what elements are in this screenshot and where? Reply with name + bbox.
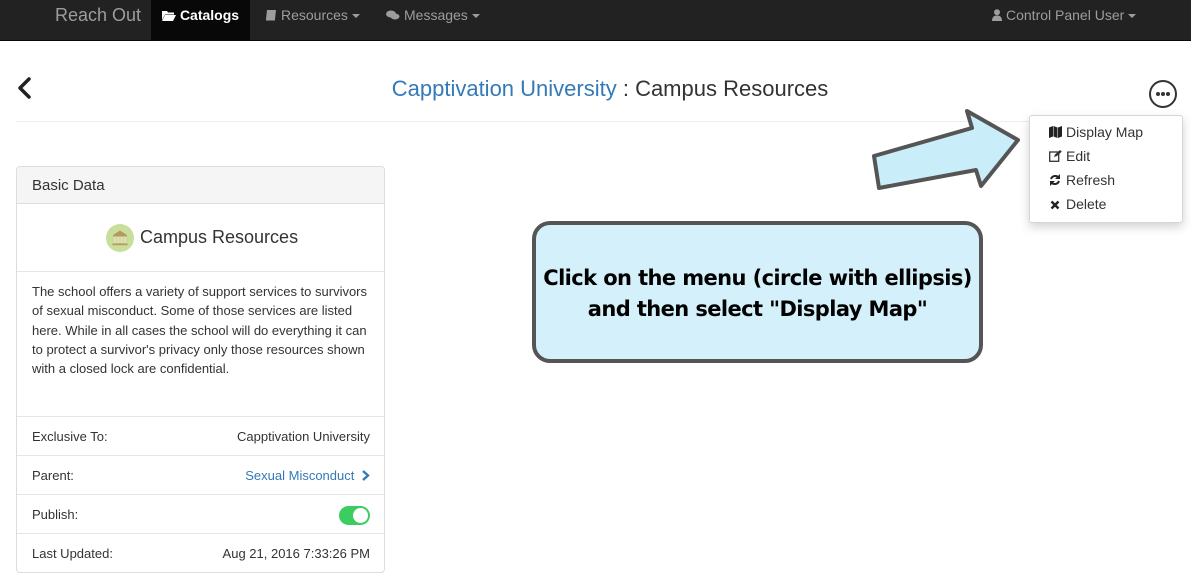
detail-label: Last Updated: bbox=[32, 546, 113, 561]
refresh-icon bbox=[1048, 172, 1062, 192]
instruction-callout: Click on the menu (circle with ellipsis)… bbox=[532, 221, 983, 363]
menu-item-label: Delete bbox=[1066, 196, 1107, 212]
detail-value: Aug 21, 2016 7:33:26 PM bbox=[222, 546, 370, 561]
page-title-text: Campus Resources bbox=[635, 76, 829, 101]
nav-resources[interactable]: Resources bbox=[265, 0, 360, 31]
book-icon bbox=[265, 1, 277, 32]
detail-label: Exclusive To: bbox=[32, 429, 108, 444]
panel-heading: Basic Data bbox=[17, 167, 384, 204]
panel-subtitle: Campus Resources bbox=[17, 205, 384, 272]
menu-item-label: Edit bbox=[1066, 148, 1091, 164]
university-icon bbox=[106, 224, 134, 252]
nav-catalogs[interactable]: Catalogs bbox=[151, 0, 250, 40]
nav-messages-label: Messages bbox=[404, 7, 468, 23]
chevron-down-icon bbox=[471, 14, 480, 19]
basic-data-panel: Basic Data Campus Resources The school o… bbox=[16, 166, 385, 573]
page-title: Capptivation University : Campus Resourc… bbox=[0, 76, 1191, 102]
nav-messages[interactable]: Messages bbox=[386, 0, 480, 31]
chevron-down-icon bbox=[351, 14, 360, 19]
detail-row-exclusive-to: Exclusive To: Capptivation University bbox=[17, 416, 384, 456]
panel-description: The school offers a variety of support s… bbox=[32, 284, 368, 377]
panel-subtitle-text: Campus Resources bbox=[140, 227, 299, 247]
detail-row-parent: Parent: Sexual Misconduct bbox=[17, 455, 384, 495]
callout-line-2: and then select "Display Map" bbox=[587, 297, 928, 321]
toggle-knob bbox=[353, 508, 368, 523]
nav-user-menu[interactable]: Control Panel User bbox=[992, 0, 1137, 32]
menu-item-delete[interactable]: Delete bbox=[1048, 194, 1106, 214]
ellipsis-menu-button[interactable] bbox=[1149, 80, 1177, 108]
top-navbar: Reach Out Catalogs Resources Messages Co… bbox=[0, 0, 1191, 41]
menu-item-display-map[interactable]: Display Map bbox=[1048, 122, 1143, 142]
menu-item-label: Refresh bbox=[1066, 172, 1116, 188]
callout-line-1: Click on the menu (circle with ellipsis) bbox=[543, 266, 972, 290]
publish-toggle[interactable] bbox=[339, 506, 370, 525]
nav-resources-label: Resources bbox=[281, 7, 348, 23]
user-icon bbox=[992, 1, 1002, 32]
detail-row-last-updated: Last Updated: Aug 21, 2016 7:33:26 PM bbox=[17, 533, 384, 572]
folder-open-icon bbox=[161, 1, 176, 32]
parent-link-label: Sexual Misconduct bbox=[245, 468, 355, 483]
nav-user-label: Control Panel User bbox=[1006, 7, 1125, 23]
map-icon bbox=[1048, 124, 1062, 144]
menu-item-label: Display Map bbox=[1066, 124, 1144, 140]
parent-link[interactable]: Sexual Misconduct bbox=[245, 468, 370, 483]
detail-row-publish: Publish: bbox=[17, 494, 384, 534]
menu-item-refresh[interactable]: Refresh bbox=[1048, 170, 1115, 190]
actions-dropdown-menu: Display Map Edit Refresh Delete bbox=[1029, 115, 1183, 223]
nav-catalogs-label: Catalogs bbox=[179, 7, 240, 23]
detail-value: Capptivation University bbox=[237, 429, 370, 444]
chevron-down-icon bbox=[1128, 14, 1137, 19]
times-icon bbox=[1048, 196, 1062, 216]
menu-item-edit[interactable]: Edit bbox=[1048, 146, 1090, 166]
page-title-link[interactable]: Capptivation University bbox=[392, 76, 617, 101]
detail-label: Publish: bbox=[32, 507, 79, 522]
comments-icon bbox=[386, 1, 400, 32]
edit-icon bbox=[1048, 148, 1062, 168]
chevron-right-icon bbox=[362, 470, 370, 481]
page-title-separator: : bbox=[616, 76, 636, 101]
ellipsis-icon bbox=[1156, 92, 1170, 96]
arrow-annotation-icon bbox=[872, 109, 1020, 190]
brand-link[interactable]: Reach Out bbox=[55, 0, 141, 31]
detail-label: Parent: bbox=[32, 468, 74, 483]
